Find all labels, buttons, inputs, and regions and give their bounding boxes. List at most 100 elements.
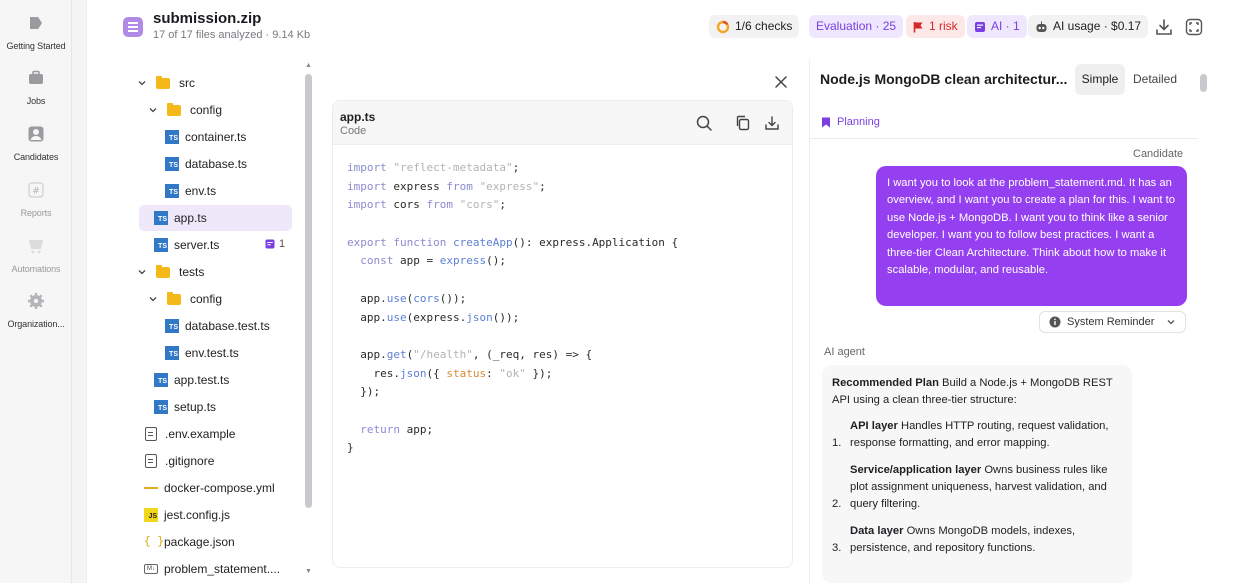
- code-body[interactable]: import "reflect-metadata"; import express…: [347, 159, 678, 458]
- svg-text:#: #: [32, 187, 40, 197]
- fullscreen-icon[interactable]: [1182, 15, 1206, 39]
- briefcase-icon: [29, 70, 43, 84]
- download-icon[interactable]: [1152, 15, 1176, 39]
- nav-label: Jobs: [26, 96, 46, 106]
- nav-candidates[interactable]: Candidates: [0, 125, 72, 165]
- system-reminder-dropdown[interactable]: System Reminder: [1039, 311, 1186, 333]
- tree-file-problem-statement[interactable]: M↓ problem_statement....: [144, 556, 280, 580]
- copy-icon[interactable]: [734, 114, 752, 132]
- submission-subtitle: 17 of 17 files analyzed · 9.14 Kb: [153, 29, 311, 41]
- tree-label: docker-compose.yml: [164, 481, 275, 495]
- progress-ring-icon: [716, 20, 730, 33]
- typescript-file-icon: TS: [154, 373, 168, 387]
- code-line: res.json({ status: "ok" });: [347, 366, 553, 380]
- evaluation-badge[interactable]: Evaluation · 25: [809, 15, 904, 38]
- tab-simple[interactable]: Simple: [1075, 64, 1125, 95]
- tab-detailed[interactable]: Detailed: [1133, 64, 1177, 95]
- text-file-icon: [145, 427, 157, 441]
- tree-file-database-test[interactable]: TS database.test.ts: [165, 313, 270, 339]
- tree-scrollbar[interactable]: [305, 74, 312, 508]
- user-icon: [28, 126, 44, 142]
- tree-label: .gitignore: [165, 454, 215, 468]
- tree-file-app-test[interactable]: TS app.test.ts: [154, 367, 229, 393]
- ai-agent-role-label: AI agent: [824, 346, 865, 358]
- tree-label: env.ts: [185, 184, 217, 198]
- nav-automations[interactable]: Automations: [0, 237, 72, 277]
- list-item-bold: API layer: [850, 419, 898, 432]
- tree-label: app.test.ts: [174, 373, 230, 387]
- planning-text: Planning: [837, 116, 880, 128]
- risk-label: 1 risk: [929, 19, 958, 33]
- ai-plan-item: 2. Service/application layer Owns busine…: [832, 462, 1122, 514]
- nav-organization[interactable]: Organization...: [0, 292, 72, 332]
- code-line: });: [347, 385, 381, 399]
- chevron-down-icon: [138, 270, 146, 275]
- tree-file-server[interactable]: TS server.ts 1: [154, 232, 294, 258]
- typescript-file-icon: TS: [154, 400, 168, 414]
- tree-file-env-test[interactable]: TS env.test.ts: [165, 340, 239, 366]
- search-icon[interactable]: [695, 114, 713, 132]
- tree-file-env[interactable]: TS env.ts: [165, 178, 216, 204]
- code-line: export function createApp(): express.App…: [347, 235, 679, 249]
- risk-badge[interactable]: 1 risk: [906, 15, 965, 38]
- nav-label: Organization...: [7, 319, 65, 329]
- javascript-file-icon: JS: [144, 508, 158, 522]
- tree-folder-tests[interactable]: tests: [137, 259, 204, 285]
- tree-file-container[interactable]: TS container.ts: [165, 124, 246, 150]
- nav-getting-started[interactable]: Getting Started: [0, 14, 72, 54]
- ai-plan-item: 3. Data layer Owns MongoDB models, index…: [832, 523, 1122, 558]
- tree-label: jest.config.js: [164, 508, 231, 522]
- tree-file-jest-config[interactable]: JS jest.config.js: [144, 502, 230, 528]
- tag-icon: [30, 17, 42, 29]
- chevron-down-icon: [149, 297, 157, 302]
- typescript-file-icon: TS: [165, 319, 179, 333]
- tree-file-package-json[interactable]: { } package.json: [144, 529, 235, 555]
- chevron-down-icon: [149, 108, 157, 113]
- nav-reports[interactable]: # Reports: [0, 181, 72, 221]
- tree-file-env-example[interactable]: .env.example: [144, 421, 235, 447]
- download-icon[interactable]: [763, 114, 781, 132]
- folder-icon: [167, 102, 181, 116]
- robot-icon: [1036, 21, 1047, 32]
- scroll-down-icon[interactable]: ▼: [305, 568, 312, 575]
- json-file-icon: { }: [144, 536, 164, 548]
- nav-jobs[interactable]: Jobs: [0, 69, 72, 109]
- typescript-file-icon: TS: [154, 211, 168, 225]
- tree-label: .env.example: [165, 427, 236, 441]
- tree-file-gitignore[interactable]: .gitignore: [144, 448, 214, 474]
- ai-usage-badge[interactable]: AI usage · $0.17: [1028, 15, 1149, 38]
- tree-file-setup[interactable]: TS setup.ts: [154, 394, 216, 420]
- scroll-up-icon[interactable]: ▲: [305, 62, 312, 69]
- tree-folder-config[interactable]: config: [148, 97, 222, 123]
- tree-label: container.ts: [185, 130, 247, 144]
- cart-icon: [29, 240, 43, 254]
- ai-agent-message: Recommended Plan Build a Node.js + Mongo…: [822, 365, 1132, 583]
- ai-label: AI · 1: [991, 19, 1020, 33]
- typescript-file-icon: TS: [154, 238, 168, 252]
- code-line: import express from "express";: [347, 179, 546, 193]
- ai-plan-list: 1. API layer Handles HTTP routing, reque…: [832, 418, 1122, 558]
- tree-folder-src[interactable]: src: [137, 70, 195, 96]
- ai-intro: Recommended Plan Build a Node.js + Mongo…: [832, 375, 1122, 410]
- tree-label: config: [190, 103, 223, 117]
- chat-scrollbar[interactable]: [1200, 74, 1207, 92]
- typescript-file-icon: TS: [165, 346, 179, 360]
- tree-file-docker-compose[interactable]: docker-compose.yml: [144, 475, 275, 501]
- hash-icon: #: [28, 182, 44, 198]
- tree-label: package.json: [164, 535, 235, 549]
- ai-badge[interactable]: AI · 1: [967, 15, 1027, 38]
- tree-folder-tests-config[interactable]: config: [148, 286, 222, 312]
- tree-file-app-selected[interactable]: TS app.ts: [139, 205, 292, 231]
- evaluation-label: Evaluation · 25: [816, 19, 897, 33]
- tree-label: database.test.ts: [185, 319, 270, 333]
- typescript-file-icon: TS: [165, 157, 179, 171]
- tree-file-database[interactable]: TS database.ts: [165, 151, 247, 177]
- comment-count-badge[interactable]: 1: [265, 238, 285, 250]
- checks-badge[interactable]: 1/6 checks: [709, 15, 800, 38]
- folder-icon: [156, 75, 170, 89]
- submission-title: submission.zip: [153, 10, 262, 27]
- close-icon[interactable]: [772, 73, 790, 91]
